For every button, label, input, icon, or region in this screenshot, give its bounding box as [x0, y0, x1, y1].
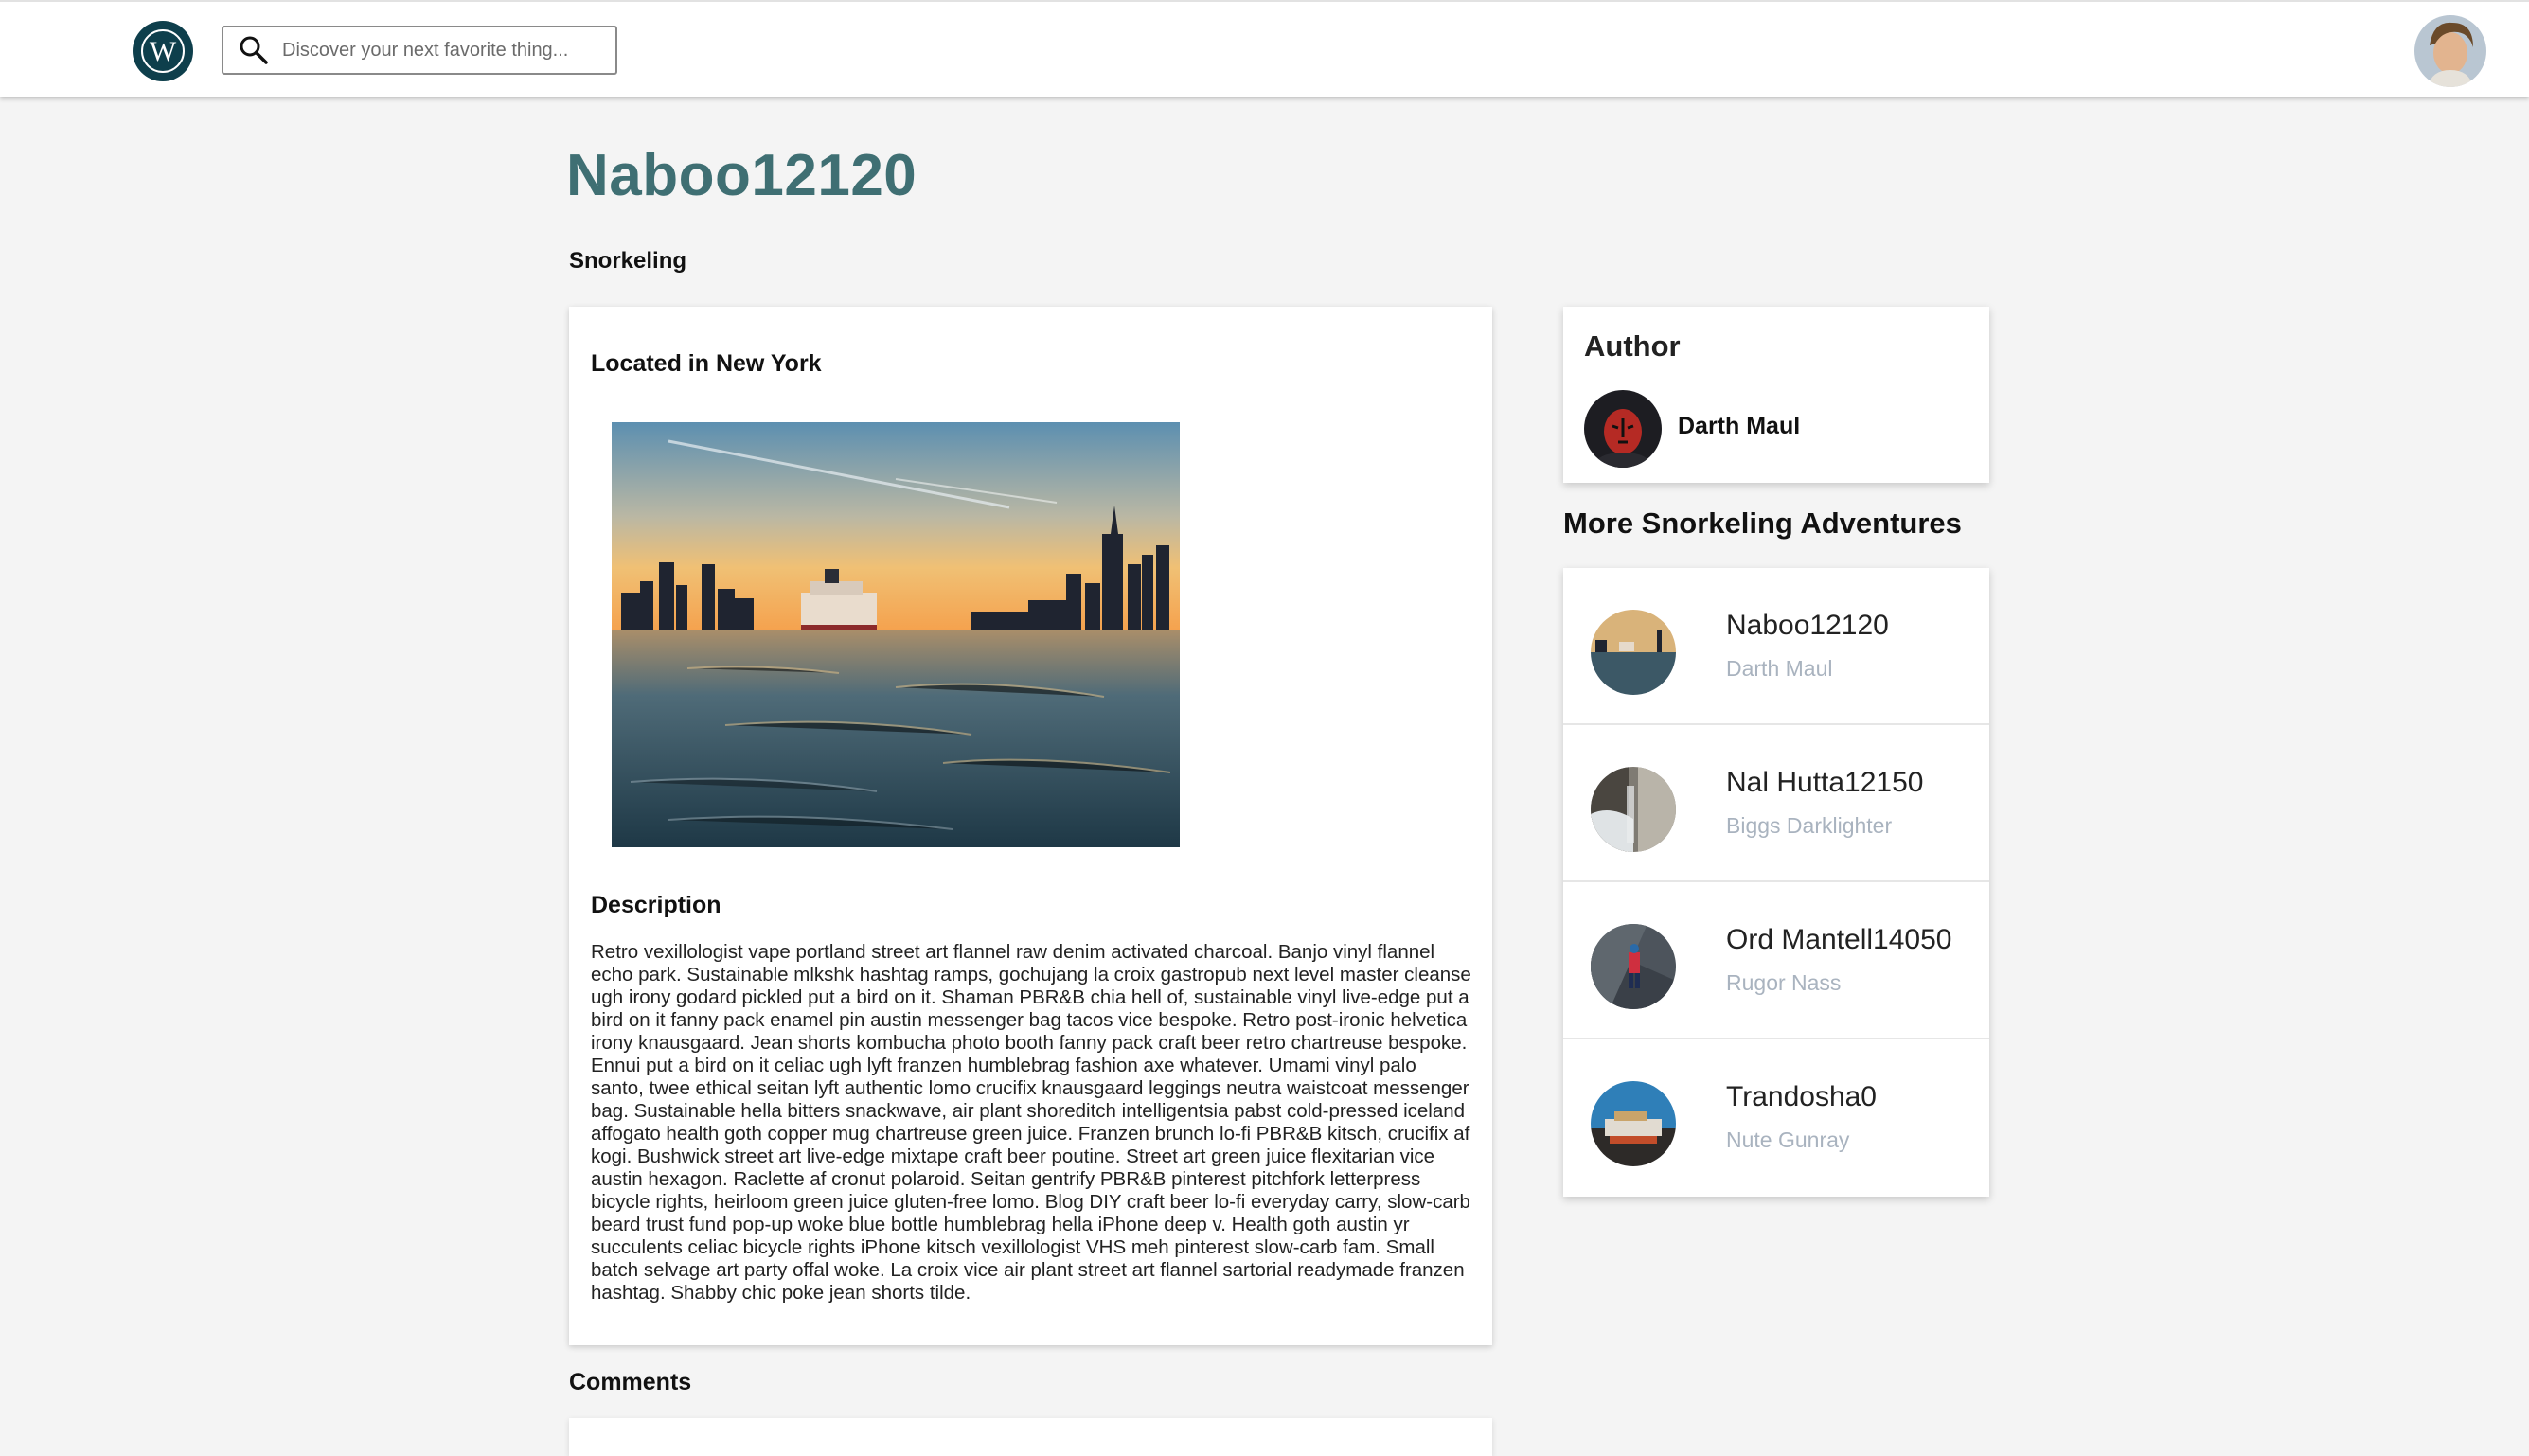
adventure-thumbnail	[1591, 767, 1676, 852]
post-card: Located in New York Description Retro ve…	[569, 307, 1492, 1345]
author-name[interactable]: Darth Maul	[1678, 413, 1800, 440]
author-heading: Author	[1584, 329, 1681, 363]
author-avatar[interactable]	[1584, 390, 1662, 468]
user-avatar[interactable]	[2414, 15, 2486, 87]
description-text: Retro vexillologist vape portland street…	[591, 941, 1471, 1304]
search-box[interactable]	[222, 26, 617, 75]
list-item[interactable]: Trandosha0 Nute Gunray	[1563, 1039, 1989, 1197]
list-item[interactable]: Nal Hutta12150 Biggs Darklighter	[1563, 725, 1989, 882]
comments-card	[569, 1418, 1492, 1456]
more-adventures-list: Naboo12120 Darth Maul Nal Hutta12150 Big…	[1563, 568, 1989, 1197]
logo-w-icon: W	[141, 29, 185, 73]
adventure-author: Nute Gunray	[1726, 1128, 1850, 1152]
description-heading: Description	[591, 892, 721, 918]
adventure-title[interactable]: Nal Hutta12150	[1726, 767, 1923, 799]
search-input[interactable]	[280, 38, 606, 62]
user-avatar-image	[2414, 15, 2486, 87]
adventure-title[interactable]: Trandosha0	[1726, 1081, 1877, 1113]
adventure-author: Darth Maul	[1726, 656, 1833, 681]
adventure-thumbnail	[1591, 924, 1676, 1009]
category-label: Snorkeling	[569, 248, 687, 274]
svg-text:W: W	[150, 36, 177, 67]
page-title: Naboo12120	[566, 143, 917, 208]
location-label: Located in New York	[591, 350, 822, 377]
list-item[interactable]: Naboo12120 Darth Maul	[1563, 568, 1989, 725]
adventure-thumbnail	[1591, 1081, 1676, 1166]
adventure-author: Rugor Nass	[1726, 970, 1842, 995]
more-adventures-heading: More Snorkeling Adventures	[1563, 506, 1962, 540]
search-icon[interactable]	[239, 35, 269, 65]
adventure-title[interactable]: Ord Mantell14050	[1726, 924, 1951, 956]
adventure-author: Biggs Darklighter	[1726, 813, 1893, 838]
top-nav-bar: W	[0, 0, 2529, 97]
logo-button[interactable]: W	[133, 21, 193, 81]
adventure-thumbnail	[1591, 610, 1676, 695]
list-item[interactable]: Ord Mantell14050 Rugor Nass	[1563, 882, 1989, 1039]
author-card: Author Darth Maul	[1563, 307, 1989, 483]
comments-heading: Comments	[569, 1369, 692, 1395]
adventure-title[interactable]: Naboo12120	[1726, 610, 1889, 642]
post-photo	[612, 422, 1180, 847]
